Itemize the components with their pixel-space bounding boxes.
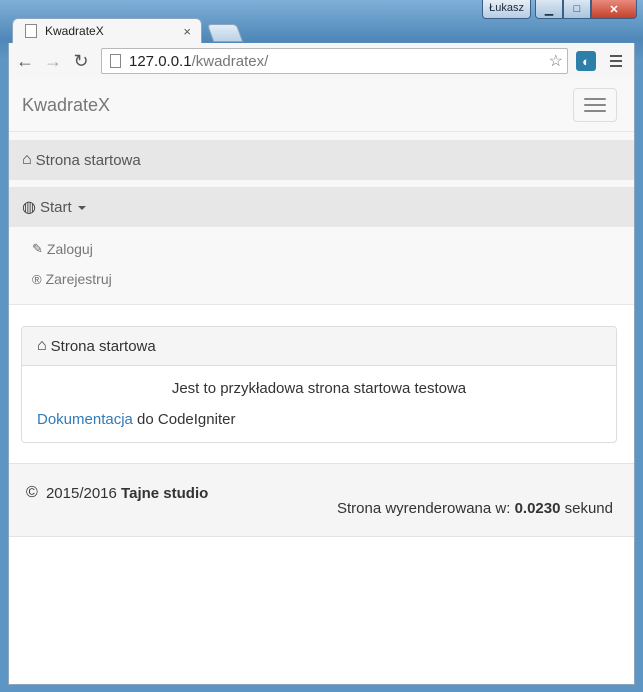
copyright-icon: © <box>26 484 38 501</box>
user-badge[interactable]: Łukasz <box>482 0 531 19</box>
dropdown-item-register-label: Zarejestruj <box>45 271 112 287</box>
page-viewport: KwadrateX ⌂ Strona startowa ◍ Start ✎ Za… <box>8 79 635 685</box>
address-bar[interactable]: 127.0.0.1/kwadratex/ ☆ <box>101 48 568 74</box>
copyright-years: 2015/2016 <box>41 484 122 502</box>
close-window-button[interactable]: ✕ <box>591 0 637 19</box>
nav-item-home-label: Strona startowa <box>35 151 141 169</box>
bookmark-star-icon[interactable]: ☆ <box>549 51 563 71</box>
page-icon <box>25 24 37 38</box>
browser-menu-icon[interactable] <box>610 55 622 67</box>
reload-icon[interactable]: ↻ <box>69 49 93 73</box>
panel-text: Jest to przykładowa strona startowa test… <box>171 380 467 397</box>
registered-icon: ® <box>32 271 42 287</box>
new-tab-button[interactable] <box>206 24 244 42</box>
url-host: 127.0.0.1 <box>129 52 192 70</box>
browser-window: Łukasz ▁ □ ✕ KwadrateX × ← → ↻ 127.0.0.1… <box>0 0 643 692</box>
docs-link[interactable]: Dokumentacja <box>37 411 133 428</box>
panel-title: Strona startowa <box>50 337 156 355</box>
navbar-brand[interactable]: KwadrateX <box>22 95 110 116</box>
forward-icon[interactable]: → <box>41 49 65 73</box>
render-value: 0.0230 <box>514 500 561 517</box>
tab-close-icon[interactable]: × <box>183 24 191 39</box>
panel-heading: ⌂ Strona startowa <box>22 327 616 366</box>
navbar-menu: ⌂ Strona startowa ◍ Start ✎ Zaloguj ® Za… <box>9 132 634 305</box>
nav-item-start[interactable]: ◍ Start <box>9 187 634 227</box>
minimize-button[interactable]: ▁ <box>535 0 563 19</box>
content-panel: ⌂ Strona startowa Jest to przykładowa st… <box>21 326 617 443</box>
browser-tab[interactable]: KwadrateX × <box>12 18 202 43</box>
docs-suffix: do CodeIgniter <box>132 411 236 428</box>
browser-toolbar: ← → ↻ 127.0.0.1/kwadratex/ ☆ ◐ <box>8 43 635 79</box>
copyright: © 2015/2016 Tajne studio <box>26 484 208 502</box>
dropdown-item-login[interactable]: ✎ Zaloguj <box>9 234 634 264</box>
caret-down-icon <box>77 206 86 210</box>
navbar-toggle-button[interactable] <box>573 88 617 122</box>
render-suffix: sekund <box>560 500 613 517</box>
footer: © 2015/2016 Tajne studio Strona wyrender… <box>9 463 634 537</box>
url-path: /kwadratex/ <box>191 52 269 70</box>
back-icon[interactable]: ← <box>13 49 37 73</box>
window-controls: Łukasz ▁ □ ✕ <box>482 0 637 19</box>
docs-line: Dokumentacja do CodeIgniter <box>37 411 601 428</box>
home-icon: ⌂ <box>22 151 32 168</box>
dropdown-item-register[interactable]: ® Zarejestruj <box>9 264 634 294</box>
extension-icon[interactable]: ◐ <box>576 51 596 71</box>
studio-name: Tajne studio <box>121 484 209 502</box>
render-prefix: Strona wyrenderowana w: <box>336 500 515 517</box>
tab-title: KwadrateX <box>45 24 104 38</box>
pencil-icon: ✎ <box>32 241 43 256</box>
page-icon <box>110 54 121 68</box>
panel-body: Jest to przykładowa strona startowa test… <box>22 366 616 442</box>
home-icon: ⌂ <box>37 337 47 354</box>
navbar: KwadrateX <box>9 79 634 132</box>
nav-item-home[interactable]: ⌂ Strona startowa <box>9 140 634 180</box>
render-time: Strona wyrenderowana w: 0.0230 sekund <box>337 500 613 517</box>
nav-item-start-label: Start <box>39 198 72 216</box>
globe-icon: ◍ <box>22 199 36 216</box>
dropdown-item-login-label: Zaloguj <box>46 241 93 257</box>
maximize-button[interactable]: □ <box>563 0 591 19</box>
